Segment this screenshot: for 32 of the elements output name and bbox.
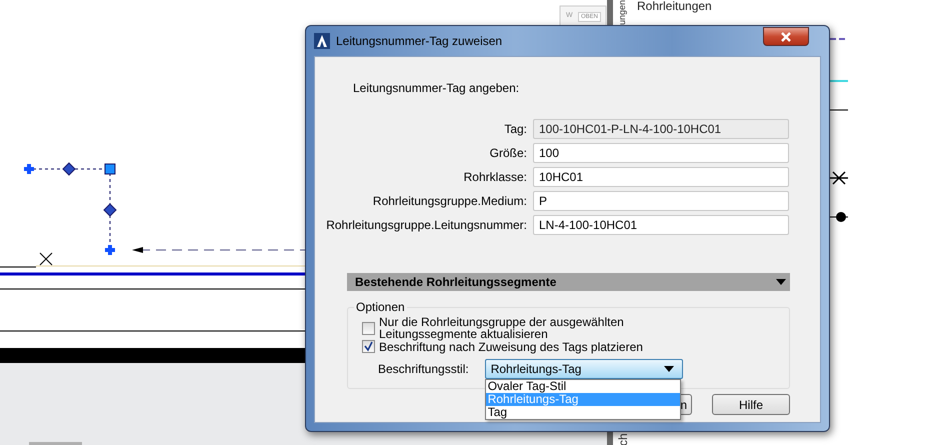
valve-symbol-icon [827,171,849,185]
close-icon [781,32,791,42]
prompt-text: Leitungsnummer-Tag angeben: [353,81,520,97]
input-field[interactable]: P [533,191,789,211]
app-logo-icon [314,33,330,49]
style-label: Beschriftungsstil: [378,362,469,376]
x-mark-icon [40,252,52,266]
node-dot-icon [828,212,848,222]
scroll-thumb[interactable] [29,442,82,445]
input-field[interactable]: 10HC01 [533,167,789,187]
field-label: Rohrklasse: [462,170,527,184]
window-title: Leitungsnummer-Tag zuweisen [336,34,502,48]
field-label: Größe: [488,146,527,160]
close-button[interactable] [763,27,809,46]
dialog-button[interactable]: Hilfe [712,394,790,415]
panel-tab[interactable]: ungen [616,0,628,26]
field-label: Rohrleitungsgruppe.Medium: [372,194,527,208]
checkbox[interactable] [362,340,375,353]
field-label: Rohrleitungsgruppe.Leitungsnummer: [325,218,527,232]
checkbox-label[interactable]: Nur die Rohrleitungsgruppe der ausgewählten Leitungssegmente aktualisieren [379,316,669,340]
caret-down-icon [664,366,674,372]
check-icon [363,341,374,352]
group-title: Optionen [354,300,407,314]
dropdown-option[interactable]: Ovaler Tag-Stil [486,380,680,393]
caret-down-icon [776,279,786,285]
section-header[interactable]: Bestehende Rohrleitungssegmente [347,273,790,291]
panel-title: Rohrleitungen [637,0,712,13]
checkbox[interactable] [362,322,375,334]
field-label: Tag: [503,122,527,136]
input-field[interactable]: LN-4-100-10HC01 [533,215,789,235]
checkbox-label[interactable]: Beschriftung nach Zuweisung des Tags platzieren [379,340,669,352]
input-field[interactable]: 100 [533,143,789,163]
